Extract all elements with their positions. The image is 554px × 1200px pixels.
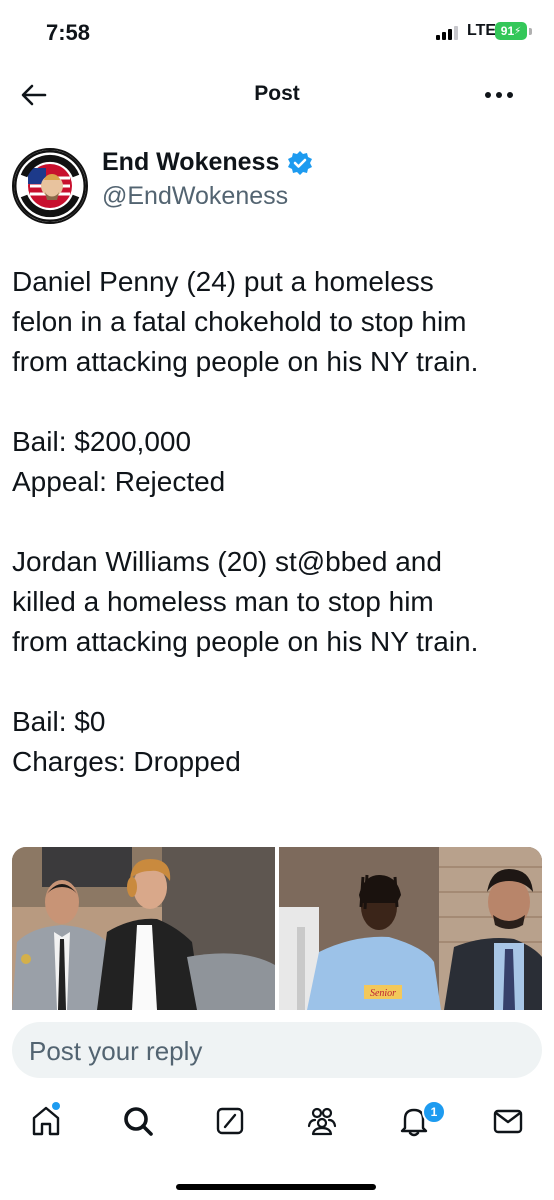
text-line: felon in a fatal chokehold to stop him [12, 306, 467, 337]
photo-2-shirt-text: Senior [370, 988, 396, 999]
more-options-button[interactable] [482, 82, 516, 108]
avatar-logo [14, 150, 86, 222]
battery-icon: 91 ⚡ [495, 22, 527, 40]
communities-icon [307, 1107, 337, 1136]
tab-search[interactable] [116, 1096, 160, 1146]
tab-messages[interactable] [486, 1096, 530, 1146]
post-text: Daniel Penny (24) put a homeless felon i… [12, 262, 542, 782]
avatar[interactable] [12, 148, 88, 224]
tab-home[interactable] [24, 1096, 68, 1146]
battery-level: 91 [500, 24, 515, 38]
text-line: Bail: $0 [12, 706, 106, 737]
status-time: 7:58 [46, 20, 91, 45]
text-line: Charges: Dropped [12, 746, 241, 777]
photo-1-image [12, 847, 275, 1010]
network-label: LTE [467, 22, 497, 39]
tab-grok[interactable] [208, 1096, 252, 1146]
reply-input[interactable]: Post your reply [12, 1022, 542, 1078]
text-line: from attacking people on his NY train. [12, 346, 479, 377]
reply-placeholder: Post your reply [29, 1036, 203, 1066]
text-line: Jordan Williams (20) st@bbed and [12, 546, 442, 577]
verified-badge-icon [288, 150, 313, 175]
photo-2-image: Senior [279, 847, 542, 1010]
post-header: Post [0, 70, 554, 120]
more-icon [485, 92, 513, 98]
post-media: Senior [12, 847, 542, 1010]
text-line: killed a homeless man to stop him [12, 586, 434, 617]
search-icon [124, 1107, 153, 1136]
page-title: Post [254, 82, 300, 105]
text-line: Appeal: Rejected [12, 466, 226, 497]
grok-icon [216, 1107, 244, 1135]
author-name-row[interactable]: End Wokeness [102, 148, 313, 177]
bottom-tab-bar [0, 1096, 554, 1152]
photo-2[interactable]: Senior [279, 847, 542, 1010]
author-handle[interactable]: @EndWokeness [102, 182, 288, 211]
home-unread-dot [52, 1102, 60, 1110]
home-indicator[interactable] [176, 1184, 376, 1190]
text-line: from attacking people on his NY train. [12, 626, 479, 657]
tab-communities[interactable] [300, 1096, 344, 1146]
author-name: End Wokeness [102, 148, 280, 176]
post-author: End Wokeness @EndWokeness [0, 142, 554, 224]
text-line: Daniel Penny (24) put a homeless [12, 266, 434, 297]
notifications-badge: 1 [422, 1100, 446, 1124]
text-line: Bail: $200,000 [12, 426, 192, 457]
messages-icon [493, 1109, 523, 1134]
photo-1[interactable] [12, 847, 275, 1010]
status-bar: 7:58 LTE 91 ⚡ [0, 0, 554, 66]
battery-tip [529, 28, 532, 35]
signal-icon [436, 26, 458, 40]
